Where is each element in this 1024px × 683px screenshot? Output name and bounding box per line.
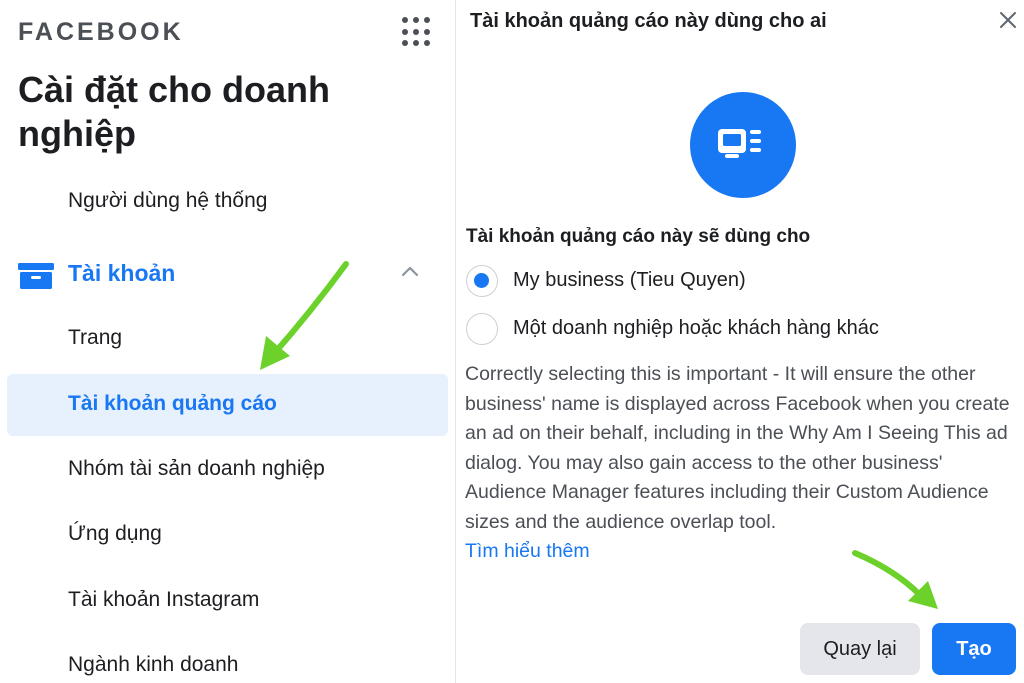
dialog-panel: Tài khoản quảng cáo này dùng cho ai Tài … bbox=[456, 0, 1024, 683]
sidebar: FACEBOOK Cài đặt cho doanh nghiệp Người … bbox=[0, 0, 455, 683]
sidebar-item-label: Tài khoản quảng cáo bbox=[68, 392, 277, 415]
sidebar-section-accounts[interactable]: Tài khoản bbox=[18, 258, 438, 290]
page-title: Cài đặt cho doanh nghiệp bbox=[18, 69, 331, 154]
create-button[interactable]: Tạo bbox=[932, 623, 1016, 675]
sidebar-item-pages[interactable]: Trang bbox=[68, 326, 122, 350]
option-label: Một doanh nghiệp hoặc khách hàng khác bbox=[513, 317, 879, 339]
radio-unselected[interactable] bbox=[466, 313, 498, 345]
radio-selected[interactable] bbox=[466, 265, 498, 297]
sidebar-item-business-sector[interactable]: Ngành kinh doanh bbox=[68, 653, 238, 677]
facebook-logo: FACEBOOK bbox=[18, 18, 184, 46]
folder-icon bbox=[18, 263, 54, 289]
option-my-business[interactable]: My business (Tieu Quyen) bbox=[466, 265, 1006, 301]
chevron-up-icon[interactable] bbox=[401, 264, 419, 278]
learn-more-link[interactable]: Tìm hiểu thêm bbox=[465, 540, 590, 563]
ad-account-icon bbox=[690, 92, 796, 198]
sidebar-item-apps[interactable]: Ứng dụng bbox=[68, 522, 162, 546]
sidebar-item-ad-accounts[interactable]: Tài khoản quảng cáo bbox=[7, 374, 448, 436]
usage-question: Tài khoản quảng cáo này sẽ dùng cho bbox=[466, 226, 811, 247]
dialog-title: Tài khoản quảng cáo này dùng cho ai bbox=[470, 10, 827, 32]
sidebar-item-business-asset-groups[interactable]: Nhóm tài sản doanh nghiệp bbox=[68, 457, 325, 481]
description-text: Correctly selecting this is important - … bbox=[465, 363, 1010, 533]
option-label: My business (Tieu Quyen) bbox=[513, 269, 746, 291]
option-other-business[interactable]: Một doanh nghiệp hoặc khách hàng khác bbox=[466, 313, 1006, 349]
sidebar-item-instagram-accounts[interactable]: Tài khoản Instagram bbox=[68, 588, 259, 612]
close-icon[interactable] bbox=[996, 8, 1020, 32]
sidebar-item-system-users[interactable]: Người dùng hệ thống bbox=[68, 189, 267, 213]
apps-grid-icon[interactable] bbox=[402, 17, 432, 47]
back-button[interactable]: Quay lại bbox=[800, 623, 920, 675]
sidebar-section-label: Tài khoản bbox=[68, 260, 176, 286]
